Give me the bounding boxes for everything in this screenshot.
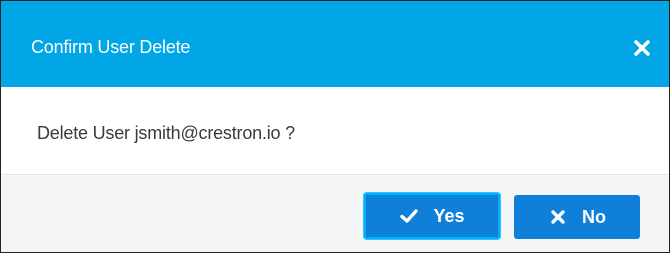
no-button[interactable]: No bbox=[514, 195, 640, 239]
check-icon bbox=[400, 209, 419, 223]
yes-button[interactable]: Yes bbox=[364, 193, 500, 239]
x-icon bbox=[551, 210, 565, 224]
dialog-body: Delete User jsmith@crestron.io ? bbox=[1, 87, 669, 174]
yes-button-label: Yes bbox=[433, 205, 465, 226]
no-button-label: No bbox=[582, 206, 606, 227]
confirm-user-delete-dialog: Confirm User Delete Delete User jsmith@c… bbox=[0, 0, 670, 253]
close-icon bbox=[634, 40, 650, 56]
dialog-header: Confirm User Delete bbox=[1, 1, 669, 87]
dialog-footer: Yes No bbox=[1, 174, 669, 252]
confirm-message: Delete User jsmith@crestron.io ? bbox=[37, 123, 295, 143]
dialog-title: Confirm User Delete bbox=[31, 37, 191, 57]
close-button[interactable] bbox=[631, 37, 653, 59]
